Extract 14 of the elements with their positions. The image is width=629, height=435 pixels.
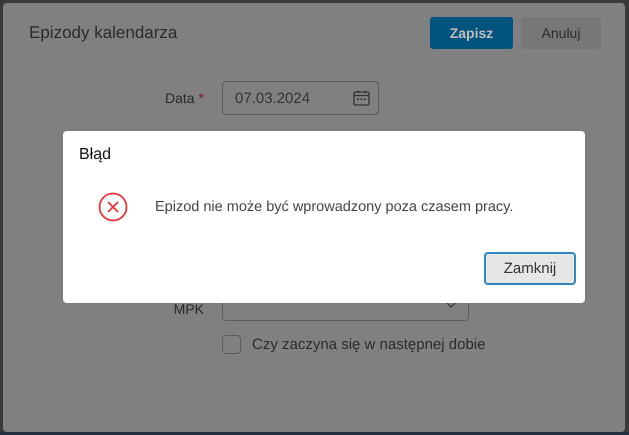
- required-asterisk: *: [198, 90, 204, 106]
- alert-title: Błąd: [79, 146, 112, 164]
- date-field[interactable]: 07.03.2024: [222, 81, 379, 115]
- cancel-button[interactable]: Anuluj: [521, 17, 601, 49]
- checkbox[interactable]: [222, 335, 241, 354]
- field-label: MPK: [174, 301, 204, 317]
- error-icon: [98, 192, 128, 222]
- calendar-icon: [353, 90, 370, 106]
- checkbox-label: Czy zaczyna się w następnej dobie: [252, 336, 486, 353]
- close-button[interactable]: Zamknij: [484, 252, 576, 285]
- alert-message: Epizod nie może być wprowadzony poza czasem pracy.: [155, 199, 514, 215]
- field-label: Data: [164, 90, 195, 106]
- save-button[interactable]: Zapisz: [430, 17, 513, 49]
- dialog-title: Epizody kalendarza: [28, 23, 178, 43]
